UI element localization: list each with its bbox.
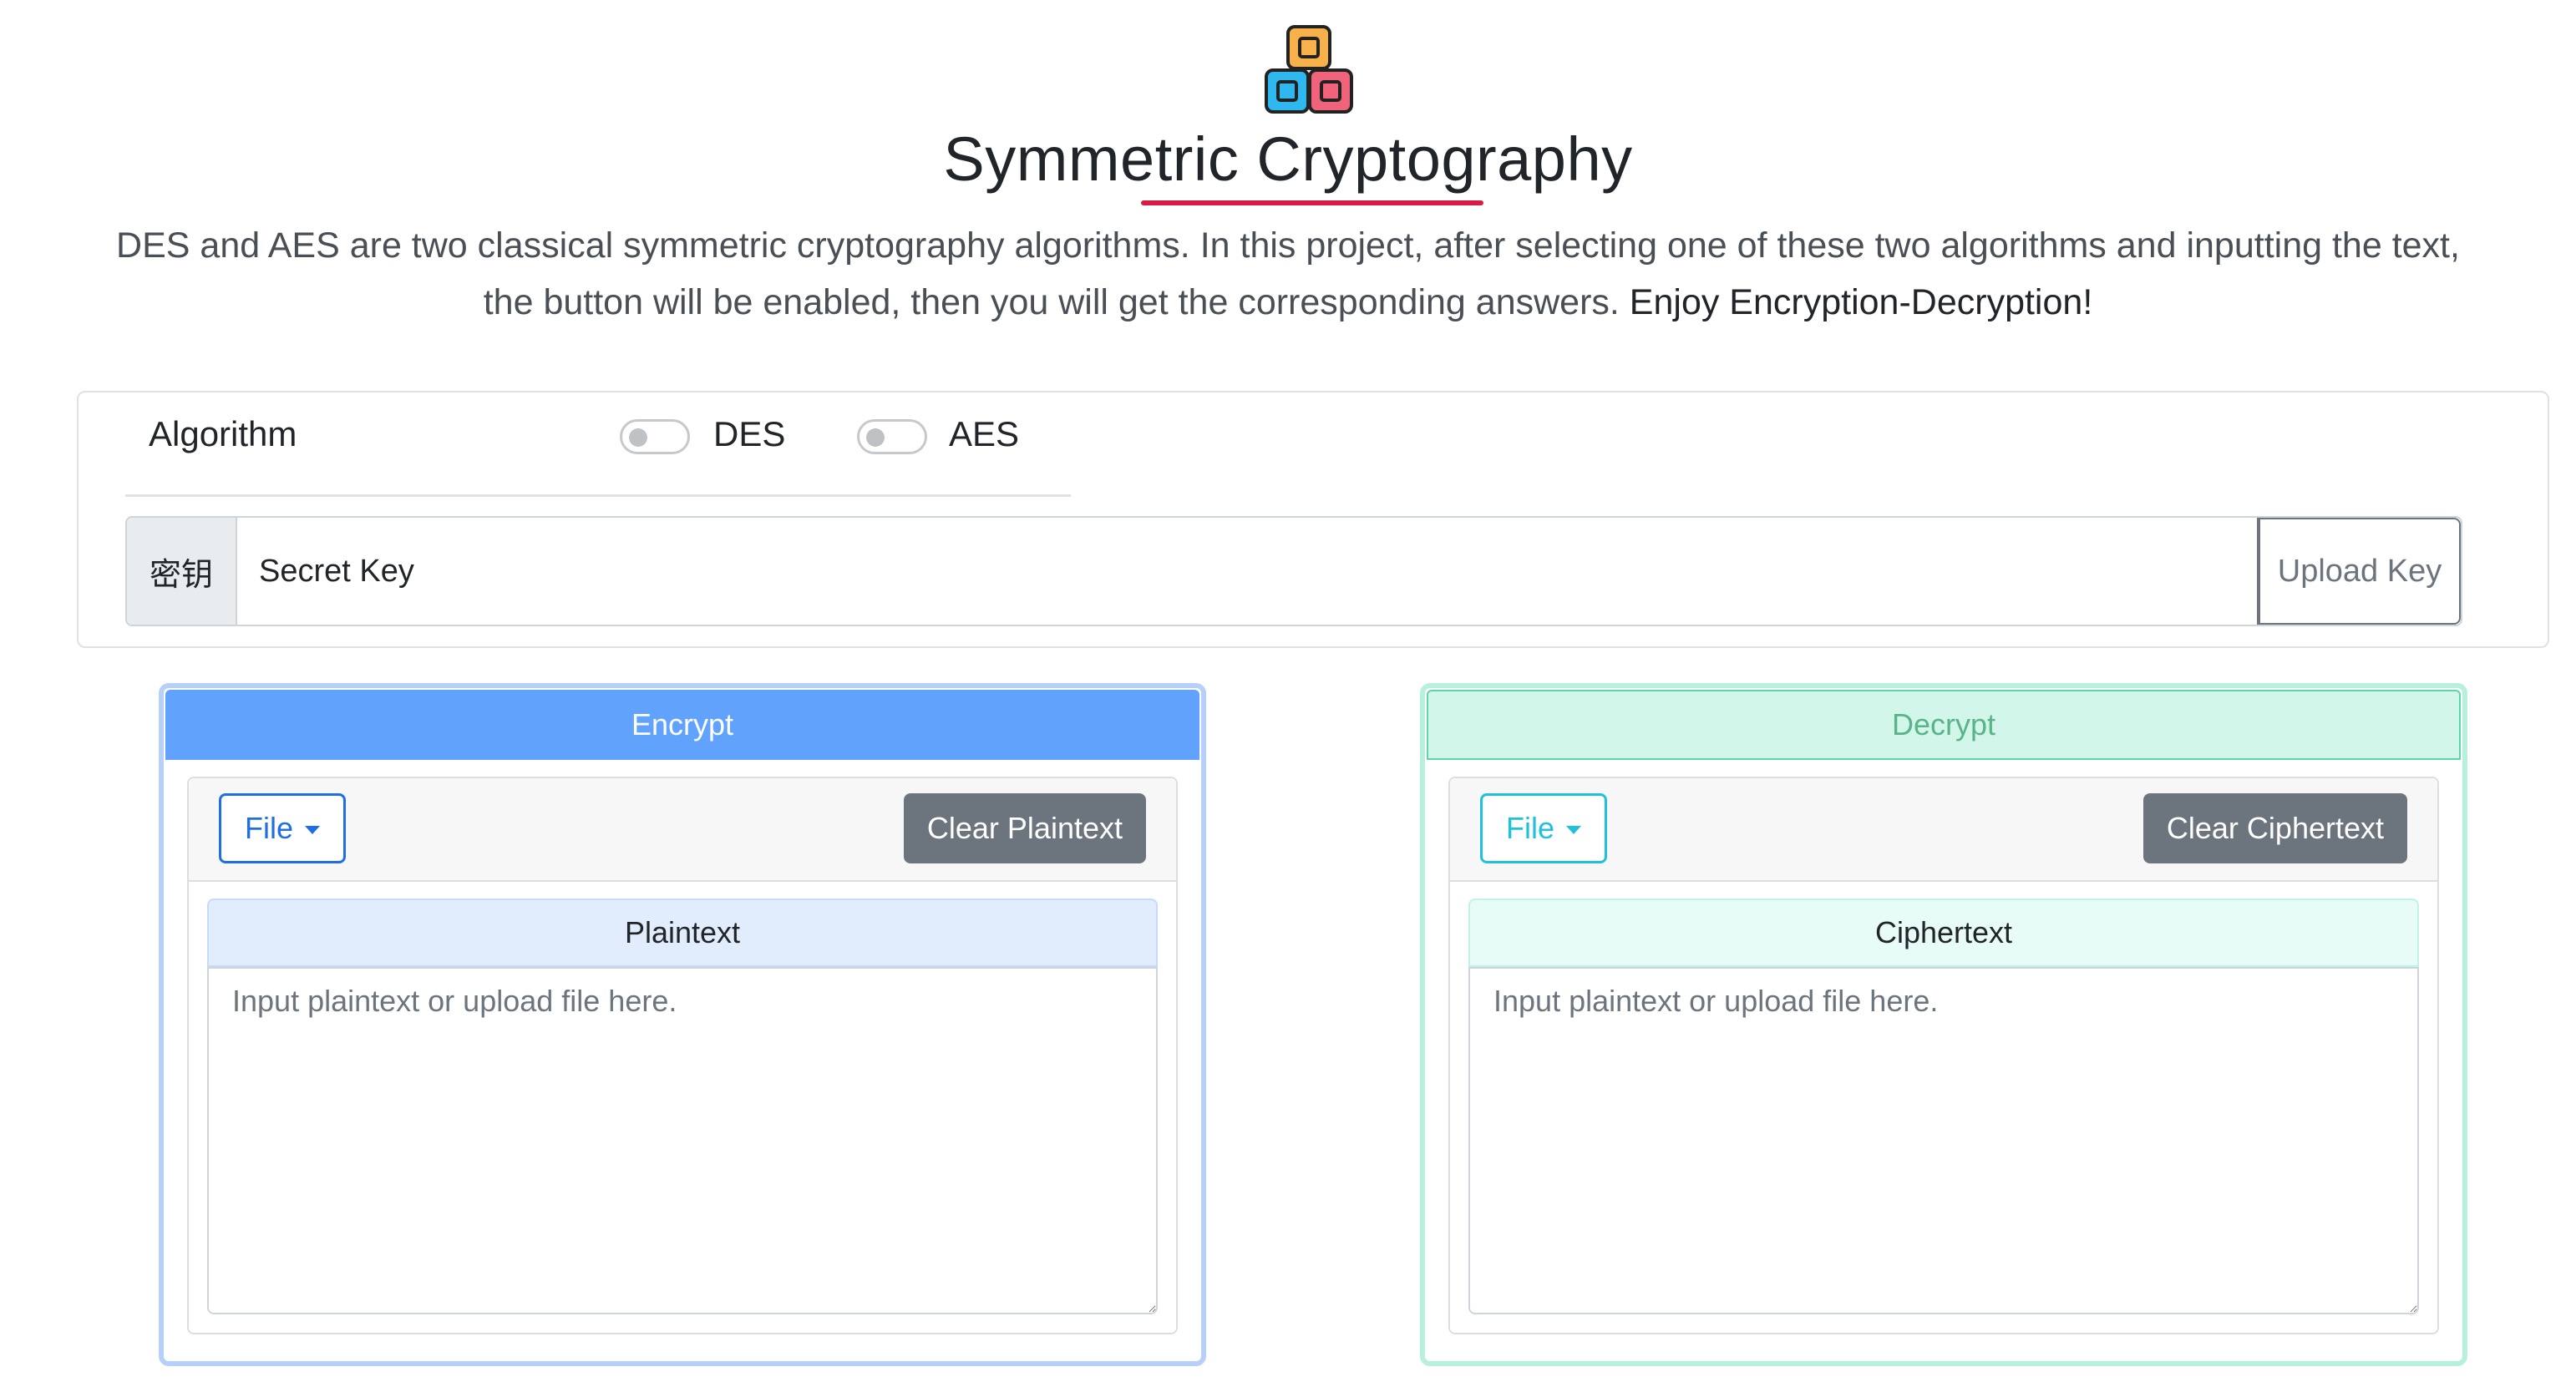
page-title: Symmetric Cryptography	[943, 124, 1633, 194]
decrypt-toolbar: File Clear Ciphertext	[1450, 778, 2437, 882]
decrypt-card: Decrypt File Clear Ciphertext Ciphertext	[1420, 683, 2467, 1366]
plaintext-label: Plaintext	[207, 899, 1158, 967]
encrypt-file-dropdown[interactable]: File	[219, 793, 346, 863]
toggle-knob	[629, 428, 647, 447]
intro-highlight: Enjoy Encryption-Decryption!	[1629, 282, 2093, 322]
secret-key-group: 密钥 Upload Key	[125, 516, 2462, 626]
settings-panel: Algorithm DES AES 密钥 Upload Key	[77, 391, 2549, 648]
intro-text: DES and AES are two classical symmetric …	[92, 217, 2484, 331]
divider	[125, 494, 1071, 497]
encrypt-body: File Clear Plaintext Plaintext	[187, 777, 1178, 1334]
clear-plaintext-button[interactable]: Clear Plaintext	[903, 793, 1146, 863]
file-label: File	[244, 811, 293, 845]
title-underline	[1141, 200, 1483, 205]
secret-key-input[interactable]	[237, 518, 2257, 625]
file-label: File	[1505, 811, 1554, 845]
encrypt-toolbar: File Clear Plaintext	[189, 778, 1176, 882]
aes-label: AES	[949, 414, 1020, 453]
decrypt-body: File Clear Ciphertext Ciphertext	[1448, 777, 2439, 1334]
decrypt-file-dropdown[interactable]: File	[1480, 793, 1607, 863]
stacked-blocks-icon	[1265, 25, 1353, 114]
toggle-knob	[866, 428, 885, 447]
algorithm-label: Algorithm	[149, 414, 297, 453]
intro-body: DES and AES are two classical symmetric …	[116, 225, 2460, 322]
caret-down-icon	[1566, 826, 1581, 834]
upload-key-button[interactable]: Upload Key	[2257, 518, 2461, 625]
aes-toggle[interactable]	[857, 419, 927, 454]
des-toggle[interactable]	[620, 419, 690, 454]
ciphertext-textarea[interactable]	[1468, 967, 2419, 1314]
clear-ciphertext-button[interactable]: Clear Ciphertext	[2142, 793, 2407, 863]
plaintext-textarea[interactable]	[207, 967, 1158, 1314]
des-label: DES	[713, 414, 786, 453]
key-prefix-label: 密钥	[127, 518, 237, 625]
encrypt-card: Encrypt File Clear Plaintext Plaintext	[159, 683, 1206, 1366]
encrypt-header: Encrypt	[165, 690, 1199, 760]
ciphertext-label: Ciphertext	[1468, 899, 2419, 967]
caret-down-icon	[305, 826, 320, 834]
decrypt-header: Decrypt	[1427, 690, 2461, 760]
